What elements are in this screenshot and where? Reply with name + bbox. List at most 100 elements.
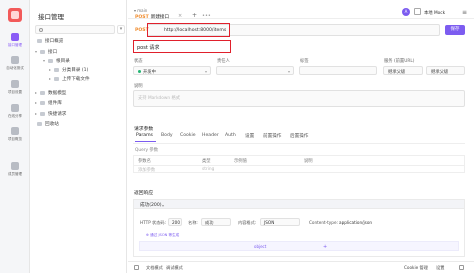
debug-mode-button[interactable]: 调试模式 xyxy=(166,265,183,271)
rail-item-overview[interactable]: 项目概览 xyxy=(0,127,30,142)
overview-icon xyxy=(37,38,42,43)
close-icon[interactable]: × xyxy=(178,13,182,19)
rail-label: 项目概览 xyxy=(8,137,22,141)
description-placeholder: 支持 Markdown 格式 xyxy=(138,96,181,101)
add-tab-button[interactable]: + xyxy=(192,12,197,19)
folder-icon xyxy=(54,76,59,81)
column-header: 类型 xyxy=(202,159,211,164)
rail-label: 在线分享 xyxy=(8,114,22,118)
response-title: 返回响应 xyxy=(134,191,154,196)
menu-icon[interactable]: ≡ xyxy=(462,9,467,16)
folder-icon xyxy=(48,58,53,63)
service-value: 继承父级 xyxy=(388,69,406,75)
rail-item-api[interactable]: 接口管理 xyxy=(0,33,30,48)
content-type-value: application/json xyxy=(339,220,373,225)
more-icon[interactable]: ••• xyxy=(202,13,211,19)
tab-header[interactable]: Header xyxy=(202,133,219,138)
folder-icon xyxy=(54,67,59,72)
filter-button[interactable]: ▾ xyxy=(117,25,125,34)
help-icon[interactable] xyxy=(459,265,464,270)
tree-item-models[interactable]: ▸ 数据模型 xyxy=(35,89,66,97)
rail-item-share[interactable]: 在线分享 xyxy=(0,104,30,119)
rail-item-members[interactable]: 成员管理 xyxy=(0,162,30,177)
layout-icon[interactable] xyxy=(414,8,421,15)
params-title: 请求参数 xyxy=(134,127,154,132)
chevron-down-icon: ▾ xyxy=(162,202,165,208)
rail-label: 接口管理 xyxy=(8,43,22,47)
tree-item-category[interactable]: ▸ 分类目录 (1) xyxy=(49,66,88,74)
resp-name-value: 成功 xyxy=(205,220,214,226)
settings-button[interactable]: 设置 xyxy=(436,265,444,271)
settings-icon xyxy=(11,80,19,88)
search-input[interactable] xyxy=(35,25,115,34)
tree-item-root[interactable]: ▾ 根目录 xyxy=(43,57,70,65)
generate-from-json-link[interactable]: ⊕ 通过 JSON 等生成 xyxy=(146,233,179,238)
json-type[interactable]: object xyxy=(254,244,266,249)
resp-name-input[interactable]: 成功 xyxy=(201,218,231,226)
tree-item-upload[interactable]: ▸ 上传下载文件 xyxy=(49,75,90,83)
tree-label: 分类目录 (1) xyxy=(62,68,89,73)
bottom-bar: 文档模式 调试模式 Cookie 管理 设置 xyxy=(128,261,474,273)
tree-item-overview[interactable]: 接口概览 xyxy=(37,38,63,46)
save-button[interactable]: 保存 xyxy=(445,25,465,35)
param-type-select[interactable]: string xyxy=(202,167,214,172)
rail-label: 项目设置 xyxy=(8,90,22,94)
tab-pre-actions[interactable]: 前置操作 xyxy=(263,133,281,139)
owner-label: 责任人 xyxy=(217,59,230,64)
tab-post-actions[interactable]: 后置操作 xyxy=(290,133,308,139)
test-icon xyxy=(11,56,19,64)
cookie-manager-button[interactable]: Cookie 管理 xyxy=(404,265,428,271)
sidebar-title: 接口管理 xyxy=(38,13,64,21)
tree-label: 数据模型 xyxy=(48,91,67,96)
tab-title: 新建接口 xyxy=(150,15,170,20)
tab-params[interactable]: Params xyxy=(136,133,153,138)
tab-cookie[interactable]: Cookie xyxy=(180,133,196,138)
url-highlight-box xyxy=(147,23,230,37)
rail-item-settings[interactable]: 项目设置 xyxy=(0,80,30,95)
avatar[interactable]: A xyxy=(402,8,410,16)
rail-label: 成员管理 xyxy=(8,172,22,176)
description-field[interactable]: 支持 Markdown 格式 xyxy=(133,90,465,107)
branch-selector[interactable]: ▾ main xyxy=(134,8,147,13)
json-schema-root: object + xyxy=(139,241,459,251)
http-status-input[interactable]: 200 xyxy=(168,218,182,226)
members-icon xyxy=(11,162,19,170)
api-name-field[interactable]: post 请求 xyxy=(133,40,231,53)
tree-label: 快捷请求 xyxy=(48,112,67,117)
tree-item-components[interactable]: ▸ 组件库 xyxy=(35,99,62,107)
doc-mode-button[interactable]: 文档模式 xyxy=(146,265,163,271)
column-header: 说明 xyxy=(304,159,313,164)
tab-auth[interactable]: Auth xyxy=(225,133,236,138)
params-table: 参数名 类型 示例值 说明 添加参数 string xyxy=(133,155,465,173)
tree-item-api[interactable]: ▾ 接口 xyxy=(35,48,57,56)
tab-new-api[interactable]: POST 新建接口 xyxy=(135,14,169,20)
chevron-down-icon: ▾ xyxy=(287,68,290,74)
tree-label: 组件库 xyxy=(48,101,62,106)
quick-request-icon xyxy=(40,111,45,116)
env-selector[interactable]: 本地 Mock xyxy=(424,10,445,16)
owner-select[interactable]: ▾ xyxy=(216,66,294,75)
status-select[interactable]: 开发中 ▾ xyxy=(133,66,211,75)
format-select[interactable]: JSON xyxy=(260,218,300,226)
tab-body[interactable]: Body xyxy=(161,133,173,138)
query-title: Query 参数 xyxy=(135,148,159,153)
add-field-icon[interactable]: + xyxy=(323,244,327,250)
status-value: 开发中 xyxy=(143,69,156,75)
tags-select[interactable] xyxy=(299,66,377,75)
sidebar-toggle-icon[interactable] xyxy=(134,265,139,270)
status-label: 状态 xyxy=(134,59,143,64)
service-select[interactable]: 继承父级 xyxy=(383,66,423,75)
tab-bar: ▾ main POST 新建接口 × + ••• A 本地 Mock ≡ xyxy=(128,0,474,20)
tab-settings[interactable]: 设置 xyxy=(245,133,254,139)
http-status-label: HTTP 状态码: xyxy=(140,220,167,225)
service-value-2: 继承父级 xyxy=(431,69,449,75)
app-logo xyxy=(8,8,22,22)
param-name-input[interactable]: 添加参数 xyxy=(138,167,155,173)
http-status-value: 200 xyxy=(172,220,180,226)
response-tab-success[interactable]: 成功(200) xyxy=(140,202,162,208)
folder-icon xyxy=(40,49,45,54)
service-select-2[interactable]: 继承父级 xyxy=(426,66,465,75)
tree-item-trash[interactable]: 回收站 xyxy=(37,121,59,129)
tree-item-quick[interactable]: ▸ 快捷请求 xyxy=(35,110,66,118)
rail-item-test[interactable]: 自动化测试 xyxy=(0,56,30,71)
